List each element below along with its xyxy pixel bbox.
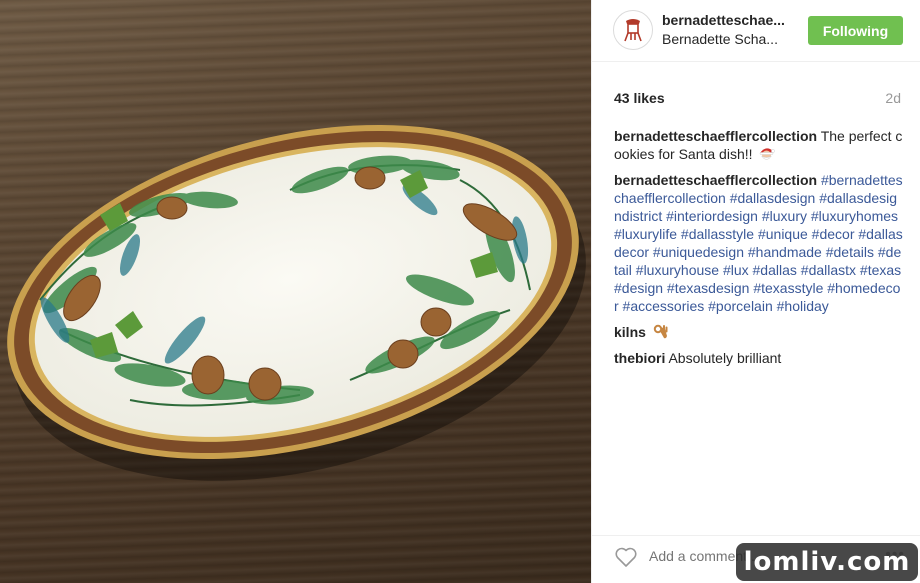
post-photo[interactable]: [0, 0, 591, 583]
avatar[interactable]: [613, 10, 653, 50]
brand-logo-icon: [624, 19, 642, 42]
comment-username[interactable]: thebiori: [614, 350, 665, 366]
comment-text: Absolutely brilliant: [668, 350, 782, 366]
caption-comment: bernadetteschaefflercollection The perfe…: [614, 127, 904, 163]
watermark: lomliv.com: [736, 543, 918, 581]
post-header: bernadetteschae... Bernadette Scha... Fo…: [592, 0, 920, 62]
comment-username[interactable]: bernadetteschaefflercollection: [614, 128, 817, 144]
post-stats: 43 likes 2d: [614, 90, 901, 110]
list-item: kilns: [614, 323, 904, 341]
hashtag-comment: bernadetteschaefflercollection #bernadet…: [614, 171, 904, 315]
post-sidebar: bernadetteschae... Bernadette Scha... Fo…: [591, 0, 920, 583]
likes-count[interactable]: 43 likes: [614, 90, 665, 106]
comment-list: bernadetteschaefflercollection The perfe…: [614, 127, 904, 375]
full-name: Bernadette Scha...: [662, 31, 778, 47]
comment-username[interactable]: kilns: [614, 324, 646, 340]
comment-username[interactable]: bernadetteschaefflercollection: [614, 172, 817, 188]
list-item: thebiori Absolutely brilliant: [614, 349, 904, 367]
heart-icon[interactable]: [614, 546, 638, 568]
hashtag-list[interactable]: #bernadetteschaefflercollection #dallasd…: [614, 172, 903, 314]
username-link[interactable]: bernadetteschae...: [662, 12, 785, 28]
platter-image: [7, 124, 586, 481]
following-button[interactable]: Following: [808, 16, 903, 45]
ok-hand-emoji-icon: [653, 324, 668, 339]
santa-emoji-icon: [760, 148, 776, 160]
post-timestamp[interactable]: 2d: [885, 90, 901, 106]
